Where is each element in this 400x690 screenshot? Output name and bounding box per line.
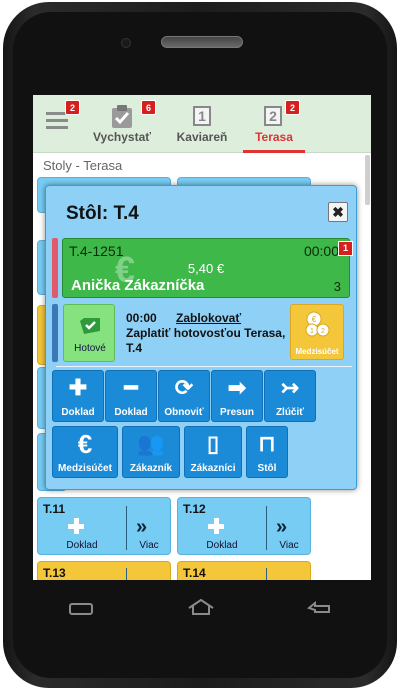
active-tab-indicator xyxy=(243,150,305,153)
remove-doklad-button[interactable]: ━ Doklad xyxy=(105,370,157,422)
app-screen: 2 6 Vychystať 1 Kaviareň 2 2 Terasa Stol… xyxy=(33,95,371,580)
tab-label-vychystat: Vychystať xyxy=(92,130,151,144)
table-name: T.12 xyxy=(183,502,206,516)
plus-icon xyxy=(208,518,224,534)
order-status-marker xyxy=(52,238,58,298)
table-tile-t12[interactable]: T.12 Doklad » Viac xyxy=(177,497,311,555)
scrollbar-thumb[interactable] xyxy=(365,155,370,205)
tab-label-terasa: Terasa xyxy=(255,130,293,144)
dialog-divider xyxy=(56,366,352,367)
table-tile-t11[interactable]: T.11 Doklad » Viac xyxy=(37,497,171,555)
earpiece-speaker xyxy=(161,36,243,48)
action-label: Doklad xyxy=(61,407,95,418)
refresh-icon: ⟳ xyxy=(174,375,194,400)
order-time: 00:00 xyxy=(303,243,339,259)
people-icon: 👥 xyxy=(137,431,165,456)
back-hardware-icon[interactable] xyxy=(306,598,341,626)
tab-label-kaviaren: Kaviareň xyxy=(176,130,228,144)
minus-icon: ━ xyxy=(124,375,138,400)
double-chevron-right-icon: » xyxy=(276,516,288,538)
euro-icon: € xyxy=(77,429,93,459)
zakaznici-button[interactable]: ▯ Zákazníci xyxy=(184,426,242,478)
order-amount: 5,40 € xyxy=(187,261,225,276)
coins-icon: € 1 2 xyxy=(305,311,330,337)
order-id: T.4-1251 xyxy=(69,243,124,259)
double-chevron-right-icon: » xyxy=(136,516,148,538)
table-name: T.14 xyxy=(183,566,206,580)
svg-text:2: 2 xyxy=(321,328,325,335)
home-hardware-icon[interactable] xyxy=(187,598,221,626)
table-name: T.13 xyxy=(43,566,66,580)
divider xyxy=(266,568,267,580)
top-tab-bar: 2 6 Vychystať 1 Kaviareň 2 2 Terasa xyxy=(33,95,371,153)
number-1-icon: 1 xyxy=(193,106,211,126)
action-label: Doklad xyxy=(114,407,148,418)
action-label: Medzisúčet xyxy=(58,463,112,474)
table-tile-t13[interactable]: T.13 xyxy=(37,561,171,580)
cash-check-icon xyxy=(80,318,100,334)
divider xyxy=(126,568,127,580)
front-camera xyxy=(121,38,131,48)
svg-text:€: € xyxy=(312,315,317,324)
dialog-title: Stôl: T.4 xyxy=(66,203,139,224)
zakaznik-button[interactable]: 👥 Zákazník xyxy=(122,426,180,478)
zablokovat-link[interactable]: Zablokovať xyxy=(176,311,241,325)
menu-badge: 2 xyxy=(65,100,80,115)
arrow-right-icon: ➡ xyxy=(227,375,247,400)
action-label: Zlúčiť xyxy=(275,407,305,418)
table-name: T.11 xyxy=(43,502,66,516)
action-label: Presun xyxy=(220,407,254,418)
refresh-button[interactable]: ⟳ Obnoviť xyxy=(158,370,210,422)
medzisucet-label: Medzisúčet xyxy=(295,347,339,356)
table-tile-t14[interactable]: T.14 xyxy=(177,561,311,580)
plus-icon: ✚ xyxy=(68,375,88,400)
payment-row-marker xyxy=(52,304,58,362)
svg-text:1: 1 xyxy=(310,328,314,335)
tab-kaviaren[interactable]: 1 Kaviareň xyxy=(169,95,235,153)
number-2-icon: 2 xyxy=(264,106,282,126)
item-count: 3 xyxy=(333,279,341,294)
hardware-nav-bar xyxy=(3,598,397,626)
action-label: Zákazníci xyxy=(190,463,236,474)
clipboard-check-icon xyxy=(112,105,132,128)
action-label: Zákazník xyxy=(129,463,173,474)
divider xyxy=(266,506,267,550)
vychystat-badge: 6 xyxy=(141,100,156,115)
payment-description: Zaplatiť hotovosťou Terasa, T.4 xyxy=(126,326,286,355)
breadcrumb: Stoly - Terasa xyxy=(43,158,123,173)
terasa-badge: 2 xyxy=(285,100,300,115)
plus-icon xyxy=(68,518,84,534)
action-label: Stôl xyxy=(257,463,277,474)
payment-time: 00:00 xyxy=(126,311,157,325)
divider xyxy=(126,506,127,550)
zlucit-button[interactable]: ↣ Zlúčiť xyxy=(264,370,316,422)
viac-label: Viac xyxy=(279,540,299,551)
close-button[interactable]: ✖ xyxy=(328,202,348,222)
add-doklad-button[interactable]: ✚ Doklad xyxy=(52,370,104,422)
customer-name: Anička Zákazníčka xyxy=(71,277,205,294)
phone-icon: ▯ xyxy=(206,431,220,456)
tab-terasa[interactable]: 2 2 Terasa xyxy=(243,95,305,153)
doklad-label: Doklad xyxy=(66,540,98,551)
menu-hardware-icon[interactable] xyxy=(69,598,103,626)
hotove-label: Hotové xyxy=(74,343,106,354)
tab-vychystat[interactable]: 6 Vychystať xyxy=(85,95,159,153)
hotove-button[interactable]: Hotové xyxy=(63,304,115,362)
stol-button[interactable]: ⊓ Stôl xyxy=(246,426,288,478)
order-badge: 1 xyxy=(338,241,353,256)
tab-menu[interactable]: 2 xyxy=(41,95,80,153)
medzisucet-button[interactable]: € 1 2 Medzisúčet xyxy=(290,304,344,360)
table-icon: ⊓ xyxy=(258,431,276,456)
medzisucet-action-button[interactable]: € Medzisúčet xyxy=(52,426,118,478)
doklad-label: Doklad xyxy=(206,540,238,551)
presun-button[interactable]: ➡ Presun xyxy=(211,370,263,422)
order-card[interactable]: € T.4-1251 00:00 1 5,40 € Anička Zákazní… xyxy=(62,238,353,298)
action-label: Obnoviť xyxy=(164,407,204,418)
merge-icon: ↣ xyxy=(280,375,300,400)
table-dialog: Stôl: T.4 ✖ € T.4-1251 00:00 1 5,40 € An… xyxy=(45,185,357,490)
viac-label: Viac xyxy=(139,540,159,551)
